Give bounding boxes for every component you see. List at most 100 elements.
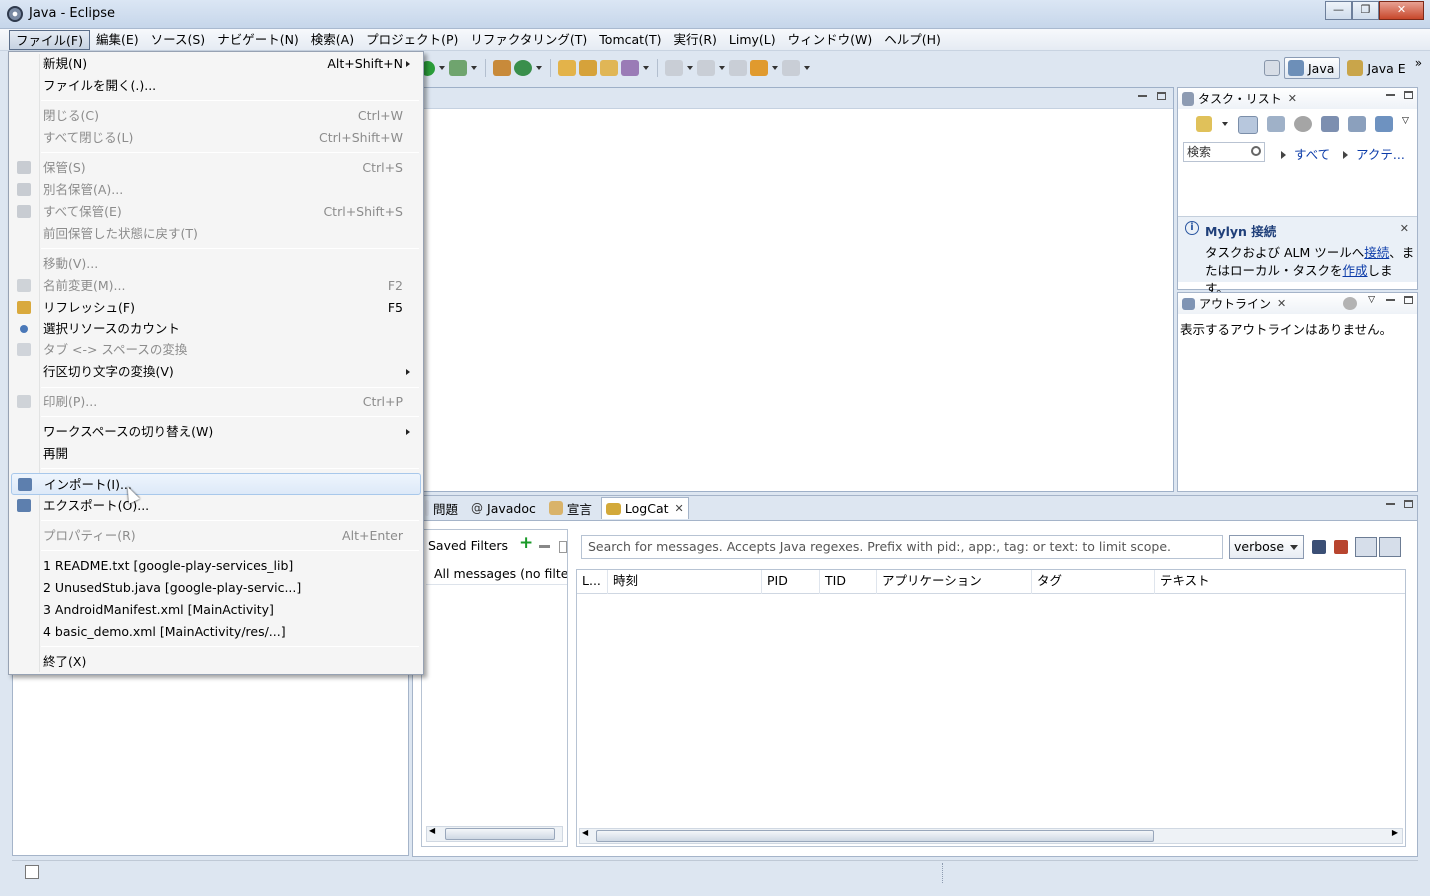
prev-annotation-icon[interactable] [697, 60, 715, 76]
minimize-icon[interactable] [1386, 503, 1395, 505]
menu-close-all[interactable]: すべて閉じる(L) Ctrl+Shift+W [11, 127, 421, 149]
perspective-more-icon[interactable]: » [1415, 56, 1422, 70]
minimize-icon[interactable] [1138, 95, 1147, 97]
menu-properties[interactable]: プロパティー(R) Alt+Enter [11, 525, 421, 547]
task-search-input[interactable]: 検索 [1183, 142, 1265, 162]
menu-refactor[interactable]: リファクタリング(T) [464, 30, 593, 50]
open-type-icon[interactable] [558, 60, 576, 76]
debug-dropdown-icon[interactable] [470, 60, 478, 76]
menu-close[interactable]: 閉じる(C) Ctrl+W [11, 105, 421, 127]
categorized-icon[interactable] [1238, 116, 1258, 134]
column-tid[interactable]: TID [820, 570, 877, 594]
filter-all-link[interactable]: すべて [1281, 144, 1330, 163]
forward-icon[interactable] [782, 60, 800, 76]
column-tag[interactable]: タグ [1032, 570, 1155, 594]
sync-icon[interactable] [1375, 116, 1393, 132]
menu-limy[interactable]: Limy(L) [723, 30, 782, 50]
filters-scrollbar[interactable]: ◀ [426, 826, 563, 842]
back-dropdown-icon[interactable] [771, 60, 779, 76]
next-annotation-dropdown-icon[interactable] [686, 60, 694, 76]
focus-icon[interactable] [1294, 116, 1312, 132]
menu-save-all[interactable]: すべて保管(E) Ctrl+Shift+S [11, 201, 421, 223]
scroll-thumb[interactable] [445, 828, 555, 840]
perspective-java[interactable]: Java [1284, 57, 1341, 79]
maximize-icon[interactable] [1404, 91, 1413, 99]
create-link[interactable]: 作成 [1343, 263, 1368, 278]
next-annotation-icon[interactable] [665, 60, 683, 76]
outline-tab[interactable]: アウトライン ✕ [1178, 293, 1417, 314]
menu-recent-3[interactable]: 3 AndroidManifest.xml [MainActivity] [11, 599, 421, 621]
menu-file[interactable]: ファイル(F) [9, 30, 90, 50]
tab-logcat[interactable]: LogCat ✕ [600, 497, 689, 519]
menu-tomcat[interactable]: Tomcat(T) [593, 30, 667, 50]
menu-export[interactable]: エクスポート(O)... [11, 495, 421, 517]
connect-link[interactable]: 接続 [1364, 245, 1389, 260]
maximize-icon[interactable] [1157, 92, 1166, 100]
menu-move[interactable]: 移動(V)... [11, 253, 421, 275]
maximize-button[interactable]: ❐ [1352, 1, 1379, 20]
scroll-thumb[interactable] [596, 830, 1154, 842]
new-class-dropdown-icon[interactable] [535, 60, 543, 76]
menu-run[interactable]: 実行(R) [667, 30, 722, 50]
menu-rename[interactable]: 名前変更(M)... F2 [11, 275, 421, 297]
scroll-lock-icon[interactable] [1379, 537, 1401, 557]
open-task-icon[interactable] [579, 60, 597, 76]
editor-content[interactable] [424, 108, 1173, 491]
menu-new[interactable]: 新規(N) Alt+Shift+N [11, 53, 421, 75]
menu-save[interactable]: 保管(S) Ctrl+S [11, 157, 421, 179]
menu-project[interactable]: プロジェクト(P) [360, 30, 464, 50]
search-dropdown-icon[interactable] [642, 60, 650, 76]
menu-recent-2[interactable]: 2 UnusedStub.java [google-play-servic...… [11, 577, 421, 599]
menu-restart[interactable]: 再開 [11, 443, 421, 465]
logcat-search-input[interactable]: Search for messages. Accepts Java regexe… [581, 535, 1223, 559]
log-level-select[interactable]: verbose [1229, 535, 1304, 559]
menu-recent-1[interactable]: 1 README.txt [google-play-services_lib] [11, 555, 421, 577]
package-explorer-panel[interactable] [12, 672, 409, 856]
open-resource-icon[interactable] [600, 60, 618, 76]
hide-completed-icon[interactable] [1321, 116, 1339, 132]
column-level[interactable]: L... [577, 570, 608, 594]
all-messages-filter[interactable]: All messages (no filters) [426, 563, 567, 585]
minimize-icon[interactable] [1386, 94, 1395, 96]
fast-view-icon[interactable] [25, 865, 39, 879]
menu-print[interactable]: 印刷(P)... Ctrl+P [11, 391, 421, 413]
column-application[interactable]: アプリケーション [877, 570, 1032, 594]
tab-javadoc[interactable]: @ Javadoc [467, 497, 540, 519]
perspective-java-ee[interactable]: Java E [1344, 57, 1410, 79]
prev-annotation-dropdown-icon[interactable] [718, 60, 726, 76]
menu-window[interactable]: ウィンドウ(W) [782, 30, 879, 50]
scroll-right-icon[interactable]: ▶ [1392, 828, 1398, 837]
minimize-icon[interactable] [1386, 299, 1395, 301]
edit-filter-icon[interactable] [559, 541, 567, 553]
close-button[interactable]: ✕ [1379, 1, 1424, 20]
menu-exit[interactable]: 終了(X) [11, 651, 421, 673]
scroll-left-icon[interactable]: ◀ [582, 828, 588, 837]
menu-open-file[interactable]: ファイルを開く(.)... [11, 75, 421, 97]
column-text[interactable]: テキスト [1155, 570, 1403, 594]
close-icon[interactable]: ✕ [675, 502, 684, 515]
close-icon[interactable]: ✕ [1288, 92, 1297, 105]
scroll-left-icon[interactable]: ◀ [429, 826, 435, 835]
focus-icon[interactable] [1343, 297, 1357, 310]
last-edit-icon[interactable] [729, 60, 747, 76]
minimize-button[interactable]: — [1325, 1, 1352, 20]
menu-recent-4[interactable]: 4 basic_demo.xml [MainActivity/res/...] [11, 621, 421, 643]
toggle-filters-icon[interactable] [1355, 537, 1377, 557]
scheduled-icon[interactable] [1267, 116, 1285, 132]
menu-refresh[interactable]: リフレッシュ(F) F5 [11, 297, 421, 319]
collapse-all-icon[interactable] [1348, 116, 1366, 132]
tab-problems[interactable]: 問題 [421, 497, 462, 519]
activate-task-link[interactable]: アクテ... [1343, 144, 1405, 163]
new-java-project-icon[interactable] [493, 60, 511, 76]
open-perspective-icon[interactable] [1264, 60, 1280, 76]
menu-import[interactable]: インポート(I)... [11, 473, 421, 495]
new-class-icon[interactable] [514, 60, 532, 76]
menu-save-as[interactable]: 別名保管(A)... [11, 179, 421, 201]
task-list-tab[interactable]: タスク・リスト ✕ [1178, 88, 1417, 109]
debug-icon[interactable] [449, 60, 467, 76]
column-pid[interactable]: PID [762, 570, 820, 594]
close-icon[interactable]: ✕ [1400, 222, 1409, 235]
logcat-scrollbar[interactable]: ◀ ▶ [579, 828, 1403, 844]
menu-switch-workspace[interactable]: ワークスペースの切り替え(W) [11, 421, 421, 443]
add-filter-icon[interactable]: + [519, 533, 533, 553]
